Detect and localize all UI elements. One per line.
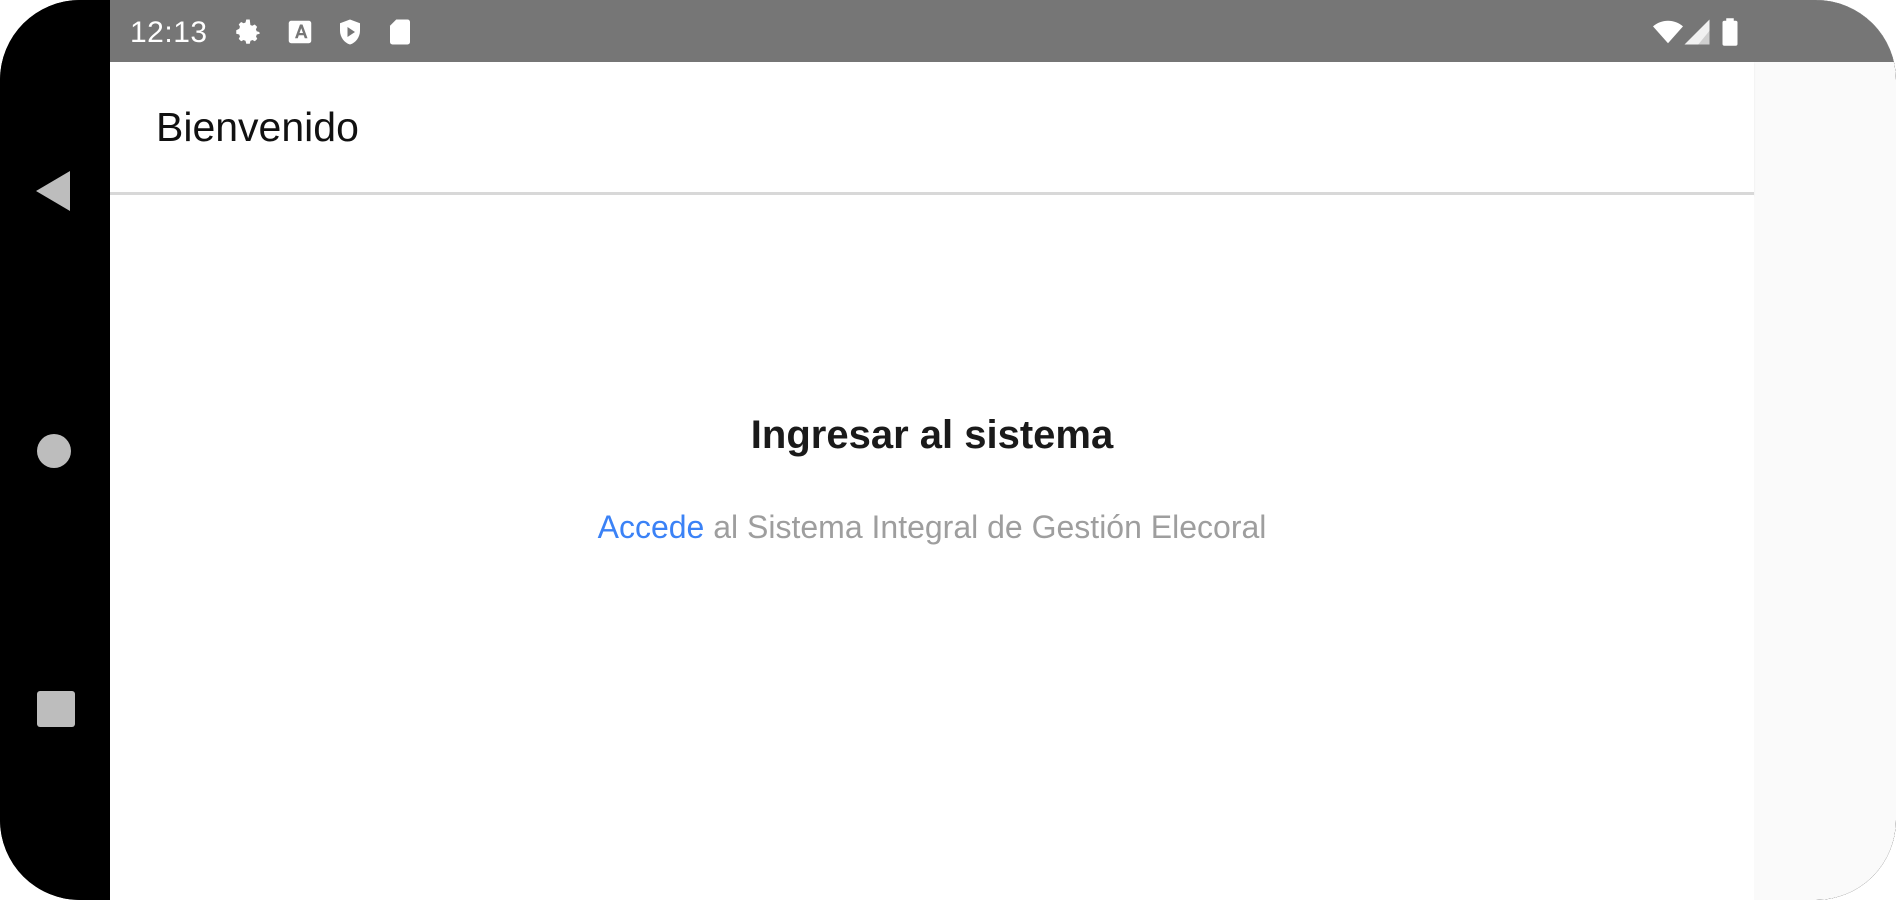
device-frame: 12:13 Bienvenido Ingresar al sistema Acc… bbox=[0, 0, 1896, 900]
settings-icon bbox=[233, 17, 263, 47]
app-window: Bienvenido Ingresar al sistema Accede al… bbox=[110, 62, 1754, 900]
back-icon[interactable] bbox=[36, 171, 70, 211]
navigation-bar bbox=[0, 0, 110, 900]
login-subtitle-text: al Sistema Integral de Gestión Elecoral bbox=[704, 509, 1267, 545]
status-bar: 12:13 bbox=[110, 0, 1896, 62]
signal-icon bbox=[1682, 17, 1712, 47]
status-clock: 12:13 bbox=[130, 16, 208, 49]
a-icon bbox=[285, 17, 315, 47]
wifi-icon bbox=[1653, 17, 1683, 47]
screen: 12:13 Bienvenido Ingresar al sistema Acc… bbox=[110, 0, 1896, 900]
recents-icon[interactable] bbox=[37, 691, 75, 727]
login-title: Ingresar al sistema bbox=[750, 413, 1114, 457]
app-toolbar: Bienvenido bbox=[110, 62, 1754, 195]
shield-play-icon bbox=[335, 17, 365, 47]
home-icon[interactable] bbox=[37, 434, 71, 468]
login-content: Ingresar al sistema Accede al Sistema In… bbox=[110, 195, 1754, 900]
sd-card-icon bbox=[385, 17, 415, 47]
access-link[interactable]: Accede bbox=[598, 509, 705, 545]
toolbar-title: Bienvenido bbox=[156, 104, 359, 150]
login-subtitle: Accede al Sistema Integral de Gestión El… bbox=[110, 509, 1754, 546]
battery-icon bbox=[1715, 17, 1745, 47]
